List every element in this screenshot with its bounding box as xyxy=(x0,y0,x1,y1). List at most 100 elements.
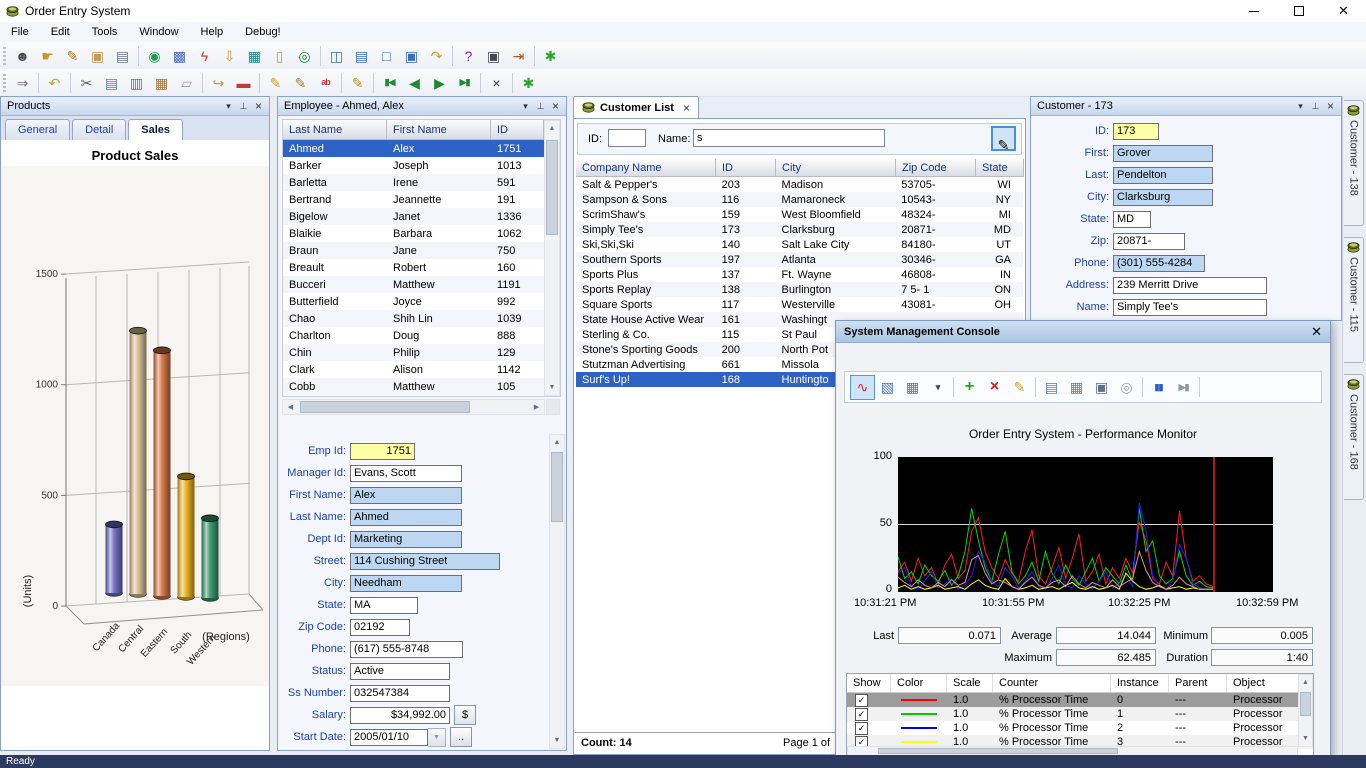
scroll-track[interactable] xyxy=(848,747,1297,755)
firstname-field[interactable]: Alex xyxy=(350,486,462,504)
employee-row[interactable]: Clark Alison 1142 xyxy=(283,361,560,378)
menu-help[interactable]: Help xyxy=(190,24,235,40)
startdate-field[interactable]: 2005/01/10 xyxy=(350,728,428,746)
deptid-field[interactable]: Marketing xyxy=(350,530,462,548)
tab-general[interactable]: General xyxy=(5,119,71,140)
copy-icon[interactable]: ▤ xyxy=(99,72,124,94)
scroll-track[interactable] xyxy=(298,400,529,414)
export-icon[interactable]: ⇩ xyxy=(217,45,242,67)
counter-column-parent[interactable]: Parent xyxy=(1169,674,1227,692)
customer-row[interactable]: Sports Replay 138 Burlington 7 5- 1 ON xyxy=(576,282,1023,297)
replace-text-icon[interactable]: ab xyxy=(313,72,338,94)
copy-icon[interactable]: ▤ xyxy=(1039,375,1064,400)
scroll-track[interactable] xyxy=(550,450,564,733)
chevron-down-icon[interactable]: ▾ xyxy=(518,99,533,114)
highlight-icon[interactable]: ◎ xyxy=(1114,375,1139,400)
employee-row[interactable]: Ahmed Alex 1751 xyxy=(283,140,560,157)
scroll-icon[interactable]: ▯ xyxy=(267,45,292,67)
debug-bug-icon[interactable]: ✱ xyxy=(538,45,563,67)
prior-row-icon[interactable]: ◀ xyxy=(402,72,427,94)
state-field[interactable]: MD xyxy=(1113,210,1151,228)
zipcode-field[interactable]: 02192 xyxy=(350,618,410,636)
console-title-bar[interactable]: System Management Console ✕ xyxy=(836,321,1330,343)
cube-3d-icon[interactable]: ▧ xyxy=(875,375,900,400)
empid-field[interactable]: 1751 xyxy=(350,442,415,460)
cascade-icon[interactable]: ▣ xyxy=(399,45,424,67)
counter-row[interactable]: ✓ 1.0 % Processor Time 2 --- Processor xyxy=(847,721,1313,735)
add-counter-icon[interactable]: + xyxy=(957,375,982,400)
close-icon[interactable]: ✕ xyxy=(1311,324,1322,340)
tab-sales[interactable]: Sales xyxy=(128,119,184,141)
employee-row[interactable]: Barker Joseph 1013 xyxy=(283,157,560,174)
column-header-zip-code[interactable]: Zip Code xyxy=(896,159,976,177)
scroll-down-icon[interactable]: ▼ xyxy=(1299,731,1312,746)
minimize-button[interactable] xyxy=(1231,0,1276,22)
paste-icon[interactable]: ▦ xyxy=(149,72,174,94)
tile-vertical-icon[interactable]: ◫ xyxy=(324,45,349,67)
menu-edit[interactable]: Edit xyxy=(40,24,81,40)
side-tab-customer-138[interactable]: Customer - 138 xyxy=(1344,100,1364,226)
apply-icon[interactable]: ✎ xyxy=(345,72,370,94)
open-report-icon[interactable]: ▣ xyxy=(85,45,110,67)
ellipsis-button[interactable]: .. xyxy=(450,727,472,747)
first-field[interactable]: Grover xyxy=(1113,144,1213,162)
checkbox-checked-icon[interactable]: ✓ xyxy=(855,707,868,721)
scroll-thumb[interactable] xyxy=(1300,692,1311,716)
salary-button[interactable]: $ xyxy=(454,705,476,725)
vertical-scrollbar[interactable]: ▲ ▼ xyxy=(544,120,560,396)
delete-row-icon[interactable]: ▬ xyxy=(231,72,256,94)
zoom-icon[interactable]: ◎ xyxy=(292,45,317,67)
user-icon[interactable]: ☻ xyxy=(10,45,35,67)
side-tab-customer-168[interactable]: Customer - 168 xyxy=(1344,374,1364,500)
undo-icon[interactable]: ↶ xyxy=(42,72,67,94)
calculator-icon[interactable]: ▦ xyxy=(242,45,267,67)
print-icon[interactable]: ▤ xyxy=(110,45,135,67)
close-icon[interactable]: × xyxy=(1323,99,1338,114)
describe-icon[interactable]: ✎ xyxy=(263,72,288,94)
scroll-down-icon[interactable]: ▼ xyxy=(545,380,559,395)
scroll-up-icon[interactable]: ▲ xyxy=(1299,675,1312,690)
city-field[interactable]: Clarksburg xyxy=(1113,188,1213,206)
edit-counter-icon[interactable]: ✎ xyxy=(1007,375,1032,400)
properties-icon[interactable]: ▣ xyxy=(1089,375,1114,400)
menu-window[interactable]: Window xyxy=(128,24,189,40)
counter-column-show[interactable]: Show xyxy=(847,674,891,692)
retrieve-icon[interactable]: ⇒ xyxy=(10,72,35,94)
show-cell[interactable]: ✓ xyxy=(847,721,891,735)
phone-field[interactable]: (301) 555-4284 xyxy=(1113,254,1205,272)
resize-grip[interactable] xyxy=(546,399,560,415)
column-header-last-name[interactable]: Last Name xyxy=(283,120,387,140)
employee-row[interactable]: Cobb Matthew 105 xyxy=(283,378,560,395)
edit-source-icon[interactable]: ✎ xyxy=(288,72,313,94)
side-tab-customer-115[interactable]: Customer - 115 xyxy=(1344,237,1364,363)
state-field[interactable]: MA xyxy=(350,596,418,614)
show-cell[interactable]: ✓ xyxy=(847,707,891,721)
scroll-right-icon[interactable]: ▶ xyxy=(529,400,544,414)
counter-column-scale[interactable]: Scale xyxy=(947,674,993,692)
phone-field[interactable]: (617) 555-8748 xyxy=(350,640,463,658)
lastname-field[interactable]: Ahmed xyxy=(350,508,462,526)
close-window-icon[interactable]: × xyxy=(484,72,509,94)
lightning-icon[interactable]: ϟ xyxy=(192,45,217,67)
customer-row[interactable]: Simply Tee's 173 Clarksburg 20871- MD xyxy=(576,222,1023,237)
counter-column-color[interactable]: Color xyxy=(891,674,947,692)
next-row-icon[interactable]: ▶ xyxy=(427,72,452,94)
address-field[interactable]: 239 Merritt Drive xyxy=(1113,276,1267,294)
debug-bug-icon[interactable]: ✱ xyxy=(516,72,541,94)
city-field[interactable]: Needham xyxy=(350,574,462,592)
tab-detail[interactable]: Detail xyxy=(72,119,127,140)
employee-row[interactable]: Breault Robert 160 xyxy=(283,259,560,276)
counter-column-counter[interactable]: Counter xyxy=(993,674,1111,692)
first-row-icon[interactable]: ▮◀ xyxy=(377,72,402,94)
employee-row[interactable]: Butterfield Joyce 992 xyxy=(283,293,560,310)
chevron-down-icon[interactable]: ▾ xyxy=(1293,99,1308,114)
help-book-icon[interactable]: ? xyxy=(456,45,481,67)
exit-door-icon[interactable]: ⇥ xyxy=(506,45,531,67)
vertical-scrollbar[interactable]: ▲ ▼ xyxy=(1298,674,1313,747)
last-row-icon[interactable]: ▶▮ xyxy=(452,72,477,94)
close-icon[interactable]: × xyxy=(251,99,266,114)
customer-row[interactable]: Sampson & Sons 116 Mamaroneck 10543- NY xyxy=(576,192,1023,207)
employee-row[interactable]: Bigelow Janet 1336 xyxy=(283,208,560,225)
customer-row[interactable]: Southern Sports 197 Atlanta 30346- GA xyxy=(576,252,1023,267)
employee-row[interactable]: Charlton Doug 888 xyxy=(283,327,560,344)
